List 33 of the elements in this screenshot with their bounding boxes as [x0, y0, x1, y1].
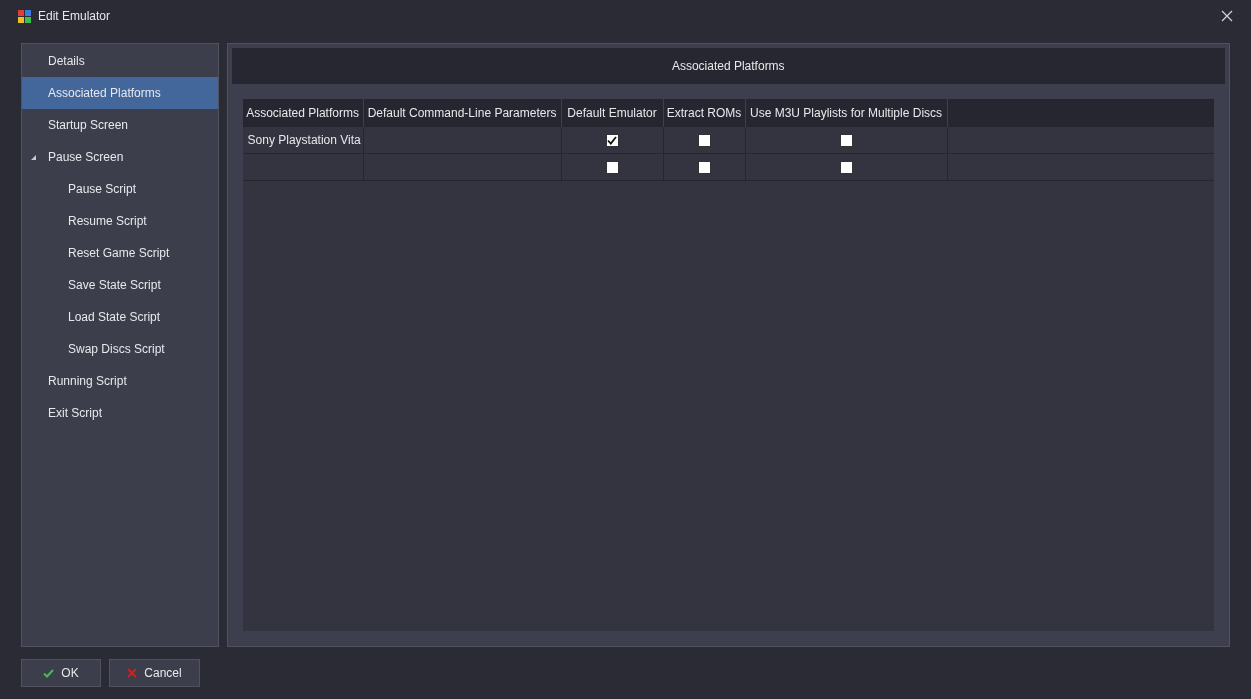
column-header[interactable]: Use M3U Playlists for Multiple Discs [745, 99, 948, 127]
cancel-button[interactable]: Cancel [109, 659, 200, 687]
tree-item[interactable]: Pause Script [22, 173, 218, 205]
close-icon[interactable] [1221, 10, 1233, 22]
app-logo-icon [18, 9, 31, 23]
tree-item[interactable]: Pause Screen [22, 141, 218, 173]
table-cell-text: Sony Playstation Vita [247, 132, 361, 149]
checkbox[interactable] [839, 133, 853, 147]
x-icon [127, 668, 138, 678]
checkbox[interactable] [697, 160, 711, 174]
checkbox[interactable] [697, 133, 711, 147]
checkbox[interactable] [605, 160, 619, 174]
panel-header: Associated Platforms [231, 48, 1225, 84]
tree-item[interactable]: Associated Platforms [22, 77, 218, 109]
tree-item[interactable]: Startup Screen [22, 109, 218, 141]
tree-item[interactable]: Reset Game Script [22, 237, 218, 269]
tree-item[interactable]: Swap Discs Script [22, 333, 218, 365]
ok-button[interactable]: OK [21, 659, 101, 687]
column-header[interactable]: Default Emulator [561, 99, 664, 127]
checkmark-icon [43, 668, 55, 678]
column-header[interactable]: Associated Platforms [242, 99, 364, 127]
column-header[interactable]: Default Command-Line Parameters [363, 99, 562, 127]
window-title: Edit Emulator [38, 8, 111, 25]
expanded-arrow-icon[interactable] [31, 154, 37, 160]
checkbox[interactable] [605, 133, 619, 147]
tree-item[interactable]: Save State Script [22, 269, 218, 301]
column-header[interactable]: Extract ROMs [663, 99, 746, 127]
tree-item[interactable]: Running Script [22, 365, 218, 397]
tree-item[interactable]: Details [22, 45, 218, 77]
tree-item[interactable]: Resume Script [22, 205, 218, 237]
tree-item[interactable]: Load State Script [22, 301, 218, 333]
tree-item[interactable]: Exit Script [22, 397, 218, 429]
checkbox[interactable] [839, 160, 853, 174]
